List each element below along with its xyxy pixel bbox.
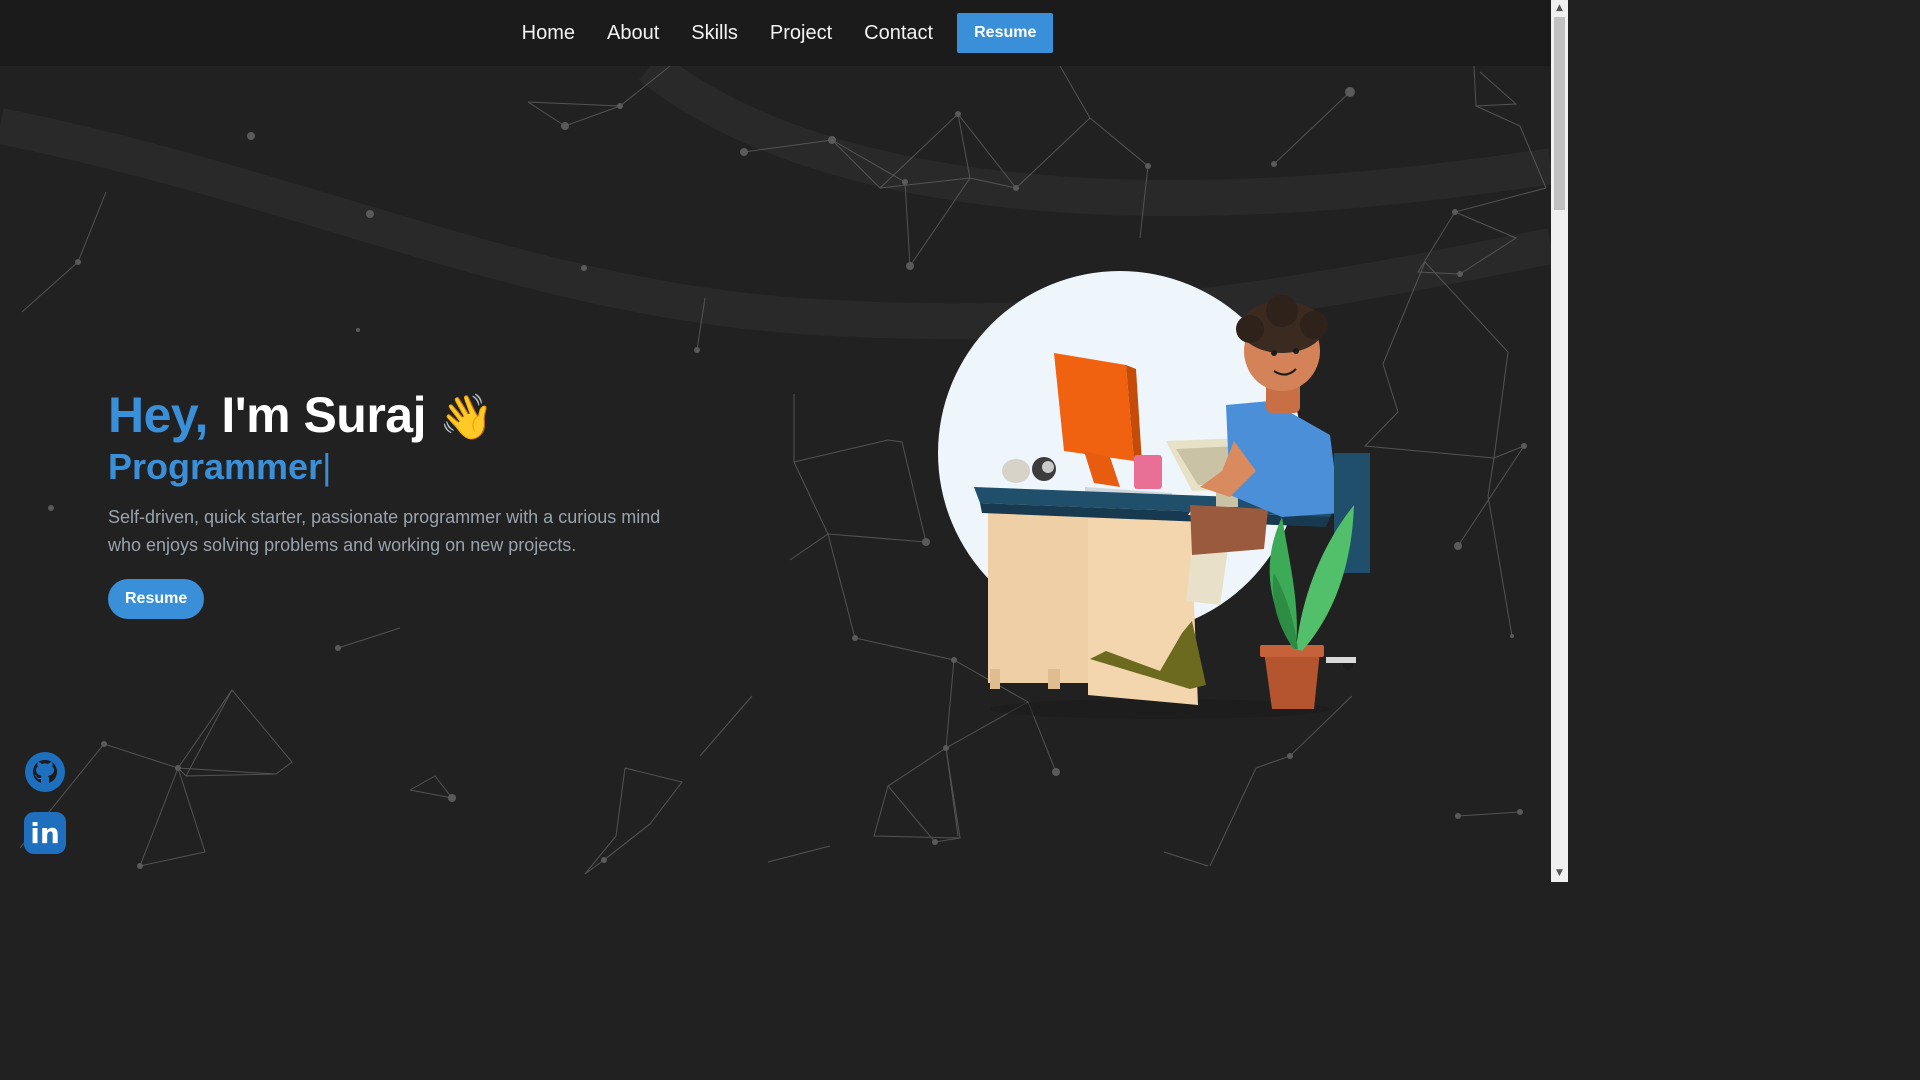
nav-skills-link[interactable]: Skills: [691, 22, 738, 45]
github-link[interactable]: [24, 751, 66, 793]
hero-description: Self-driven, quick starter, passionate p…: [108, 507, 661, 555]
hero-role: Programmer|: [108, 447, 688, 487]
typing-cursor: |: [322, 446, 332, 487]
linkedin-icon: in: [30, 817, 60, 850]
nav-home-link[interactable]: Home: [522, 22, 575, 45]
scroll-up-icon[interactable]: ▲: [1551, 0, 1568, 17]
hero-greeting: Hey,: [108, 387, 208, 443]
developer-illustration: [938, 271, 1370, 719]
hero-section: Hey, I'm Suraj 👋 Programmer| Self-driven…: [108, 384, 688, 619]
hero-role-text: Programmer: [108, 446, 323, 487]
nav-contact-link[interactable]: Contact: [864, 22, 933, 45]
scroll-thumb[interactable]: [1554, 17, 1565, 210]
page-scrollbar[interactable]: ▲ ▼: [1551, 0, 1568, 882]
hero-name: I'm Suraj: [221, 387, 426, 443]
linkedin-link[interactable]: in: [24, 812, 66, 854]
scroll-down-icon[interactable]: ▼: [1551, 865, 1568, 882]
navbar: Home About Skills Project Contact Resume: [0, 0, 1551, 66]
hero-resume-button[interactable]: Resume: [108, 579, 205, 619]
nav-about-link[interactable]: About: [607, 22, 659, 45]
nav-links: Home About Skills Project Contact Resume: [0, 0, 1551, 66]
waving-hand-icon: 👋: [439, 393, 494, 442]
nav-project-link[interactable]: Project: [770, 22, 832, 45]
github-icon: [25, 752, 65, 792]
hero-title: Hey, I'm Suraj 👋: [108, 384, 688, 449]
nav-resume-button[interactable]: Resume: [957, 13, 1054, 53]
